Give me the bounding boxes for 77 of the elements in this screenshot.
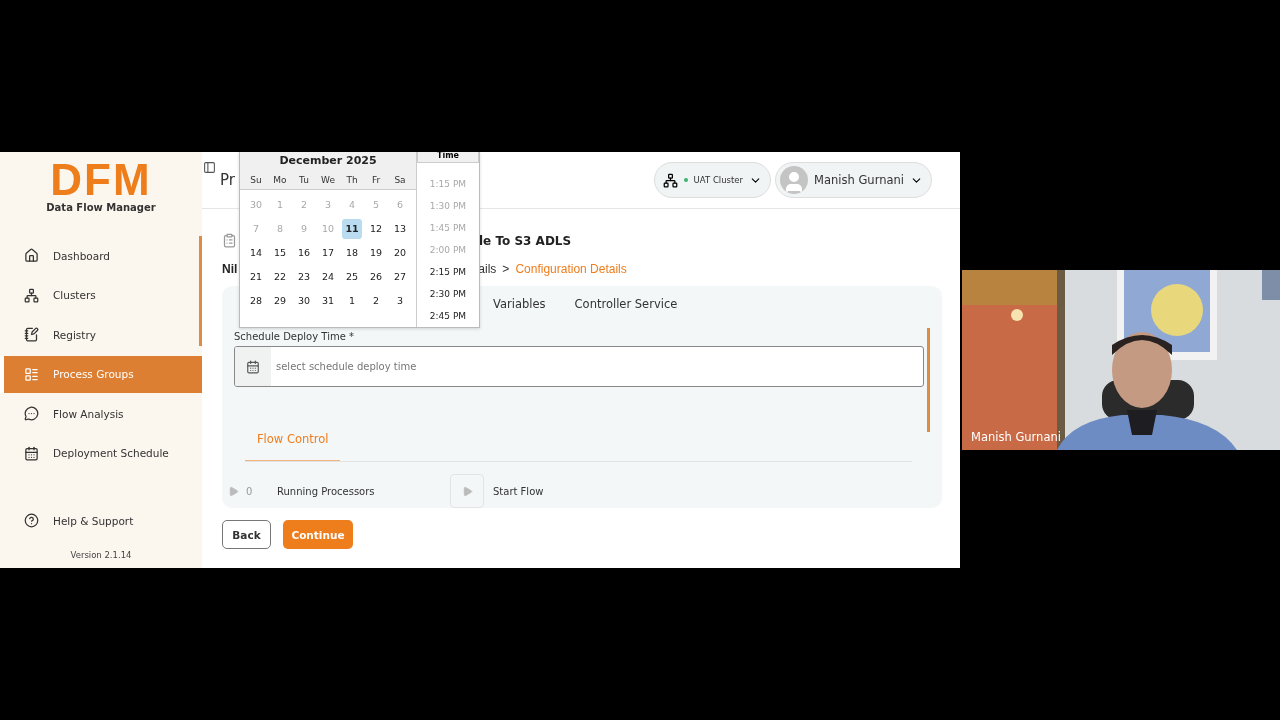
list-icon <box>24 366 39 382</box>
nav-item[interactable]: Registry <box>0 316 202 353</box>
calendar-day[interactable]: 27 <box>390 267 410 287</box>
time-option[interactable]: 2:15 PM <box>417 261 479 283</box>
start-flow-label: Start Flow <box>493 485 544 497</box>
weekday-label: Fr <box>370 175 382 185</box>
calendar-day[interactable]: 17 <box>318 243 338 263</box>
nav-item[interactable]: Clusters <box>0 276 202 314</box>
version-text: Version 2.1.14 <box>69 550 133 560</box>
house-icon <box>24 248 39 263</box>
help-link[interactable]: Help & Support <box>0 513 202 528</box>
collapse-icon[interactable] <box>203 161 216 174</box>
calendar-day[interactable]: 22 <box>270 267 290 287</box>
clipboard-icon <box>222 233 237 248</box>
schedule-field[interactable]: select schedule deploy time <box>234 346 924 388</box>
hierarchy-icon <box>24 287 39 303</box>
calendar-day[interactable]: 28 <box>246 291 266 311</box>
calendar-day[interactable]: 13 <box>390 219 410 239</box>
calendar-day[interactable]: 11 <box>342 219 362 239</box>
calendar-day[interactable]: 26 <box>366 267 386 287</box>
calendar-day[interactable]: 15 <box>270 243 290 263</box>
time-header: Time <box>417 152 479 163</box>
calendar-day[interactable]: 31 <box>318 291 338 311</box>
weekday-label: Th <box>345 175 359 185</box>
weekday-label: We <box>320 175 336 185</box>
calendar-icon <box>246 359 260 374</box>
running-label: Running Processors <box>277 485 376 497</box>
notepad-icon <box>24 327 39 342</box>
weekday-label: Su <box>249 175 263 185</box>
calendar-day[interactable]: 12 <box>366 219 386 239</box>
user-menu[interactable]: Manish Gurnani <box>775 162 932 198</box>
calendar-day[interactable]: 3 <box>390 291 410 311</box>
cluster-selector[interactable]: UAT Cluster <box>653 162 772 198</box>
nav-item[interactable]: Deployment Schedule <box>0 434 202 472</box>
calendar-day[interactable]: 18 <box>342 243 362 263</box>
calendar-day[interactable]: 21 <box>246 267 266 287</box>
calendar-day[interactable]: 19 <box>366 243 386 263</box>
processor-count: 0 <box>246 485 254 497</box>
time-option[interactable]: 2:30 PM <box>417 283 479 305</box>
page-title: Pr <box>220 171 235 189</box>
tab[interactable]: Controller Service <box>574 297 678 311</box>
breadcrumb-current: Configuration Details <box>515 262 627 276</box>
calendar-day[interactable]: 14 <box>246 243 266 263</box>
field-label: Schedule Deploy Time * <box>234 331 355 342</box>
time-option[interactable]: 2:45 PM <box>417 305 479 327</box>
play-icon <box>461 485 473 497</box>
chat-icon <box>24 406 39 421</box>
participant-name: Manish Gurnani <box>971 430 1061 444</box>
calendar-day[interactable]: 1 <box>342 291 362 311</box>
avatar-icon <box>780 166 809 194</box>
weekday-label: Mo <box>272 175 288 185</box>
breadcrumb-item[interactable]: Nil <box>222 262 238 276</box>
help-icon <box>24 513 39 528</box>
calendar-day[interactable]: 2 <box>366 291 386 311</box>
tab[interactable]: Variables <box>493 297 546 311</box>
calendar-day[interactable]: 23 <box>294 267 314 287</box>
nav-item[interactable]: Dashboard <box>0 237 202 274</box>
app-subtitle: Data Flow Manager <box>45 202 157 213</box>
calendar-day[interactable]: 29 <box>270 291 290 311</box>
play-icon <box>228 485 239 497</box>
logo: DFM <box>50 158 152 202</box>
month-title: December 2025 <box>278 154 378 167</box>
calendar-day[interactable]: 25 <box>342 267 362 287</box>
calendar-day[interactable]: 30 <box>294 291 314 311</box>
start-flow-button[interactable] <box>450 474 484 508</box>
status-dot <box>683 178 688 182</box>
weekday-label: Tu <box>298 175 310 185</box>
nav-item[interactable]: Flow Analysis <box>0 395 202 432</box>
calendar-day[interactable]: 20 <box>390 243 410 263</box>
weekday-label: Sa <box>393 175 407 185</box>
calendar-day[interactable]: 16 <box>294 243 314 263</box>
back-button[interactable]: Back <box>222 520 271 549</box>
calendar-icon <box>24 445 39 461</box>
calendar-day[interactable]: 24 <box>318 267 338 287</box>
flow-title: le To S3 ADLS <box>479 233 572 248</box>
breadcrumb-separator: > <box>502 262 510 276</box>
hierarchy-icon <box>662 172 678 188</box>
